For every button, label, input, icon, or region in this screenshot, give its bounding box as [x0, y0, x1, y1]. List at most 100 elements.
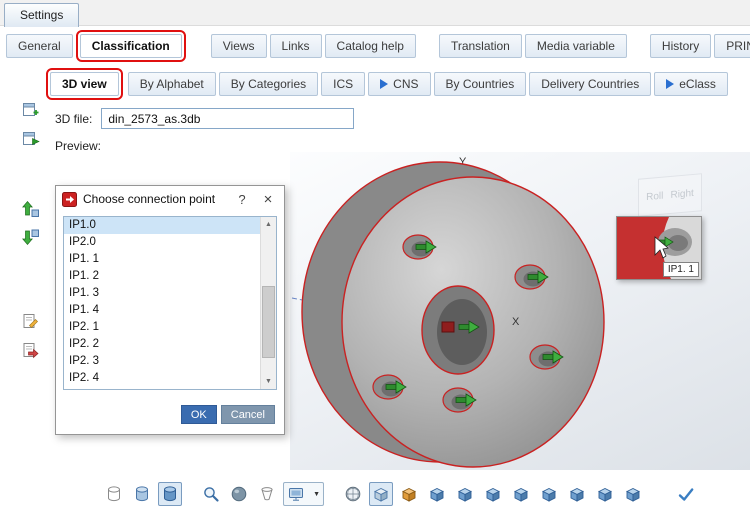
list-item[interactable]: IP1	[64, 387, 260, 389]
cylinder-outline-icon[interactable]	[102, 482, 126, 506]
tab-history[interactable]: History	[649, 34, 712, 58]
ok-button[interactable]: OK	[180, 405, 217, 424]
dialog-app-icon	[62, 191, 77, 207]
tab-classification[interactable]: Classification	[75, 30, 186, 62]
chevron-down-icon: ▼	[313, 490, 320, 498]
x-axis-label: X	[512, 316, 520, 328]
connection-point-name-badge: IP1. 1	[662, 262, 699, 277]
display-mode-dropdown[interactable]: ▼	[283, 482, 324, 506]
tab-label: Links	[281, 39, 310, 53]
apply-check-icon[interactable]	[674, 482, 698, 506]
tab-printcatalog[interactable]: PRINTcatalog	[714, 34, 750, 58]
tab-label: CNS	[393, 77, 419, 91]
tab-label: Translation	[450, 39, 510, 53]
tab-label: Media variable	[536, 39, 615, 53]
view-cube-face-label: Right	[670, 187, 694, 201]
view-cube[interactable]: Roll Right	[638, 173, 702, 217]
window-tab-bar: Settings	[0, 0, 750, 27]
help-button[interactable]: ?	[232, 189, 252, 209]
left-toolbar-group-2	[20, 198, 42, 247]
cancel-button[interactable]: Cancel	[220, 405, 275, 424]
tab-label: By Countries	[445, 77, 515, 91]
tab-3d-view[interactable]: 3D view	[46, 68, 123, 100]
list-item[interactable]: IP2. 2	[64, 336, 260, 353]
tab-label: History	[661, 39, 700, 53]
tab-eclass[interactable]: eClass	[654, 72, 728, 96]
add-card-icon[interactable]	[20, 99, 40, 119]
list-item[interactable]: IP1. 2	[64, 268, 260, 285]
tab-by-countries[interactable]: By Countries	[433, 72, 527, 96]
connection-point-preview-popup: IP1. 1	[616, 216, 702, 280]
cylinder-shaded-icon[interactable]	[130, 482, 154, 506]
list-item[interactable]: IP1. 1	[64, 251, 260, 268]
3d-preview-viewport[interactable]: Y X Roll Right IP1. 1	[290, 152, 750, 470]
tab-label: By Alphabet	[139, 77, 204, 91]
scroll-up-icon[interactable]: ▲	[261, 217, 276, 232]
left-toolbar-group-3	[20, 311, 42, 360]
dialog-title-bar[interactable]: Choose connection point ? ×	[56, 186, 284, 212]
tab-links[interactable]: Links	[269, 34, 322, 58]
dialog-title: Choose connection point	[83, 192, 216, 206]
edit-document-icon[interactable]	[20, 311, 40, 331]
tab-label: PRINTcatalog	[726, 39, 750, 53]
cube-icon[interactable]	[565, 482, 589, 506]
green-arrow-up-icon[interactable]	[20, 198, 40, 218]
cube-icon[interactable]	[425, 482, 449, 506]
tab-catalog-help[interactable]: Catalog help	[324, 34, 416, 58]
green-arrow-down-icon[interactable]	[20, 227, 40, 247]
tab-by-alphabet[interactable]: By Alphabet	[127, 72, 216, 96]
tab-by-categories[interactable]: By Categories	[218, 72, 319, 96]
tab-ics[interactable]: ICS	[321, 72, 366, 96]
tab-label: eClass	[679, 77, 716, 91]
tab-views[interactable]: Views	[210, 34, 267, 58]
connection-point-list[interactable]: IP1.0 IP2.0 IP1. 1 IP1. 2 IP1. 3 IP1. 4 …	[63, 216, 277, 390]
zoom-icon[interactable]	[199, 482, 223, 506]
cylinder-solid-icon[interactable]	[158, 482, 182, 506]
choose-connection-point-dialog: Choose connection point ? × IP1.0 IP2.0 …	[55, 185, 285, 435]
main-tab-bar: General Classification Views Links Catal…	[6, 30, 750, 62]
center-hole	[421, 285, 495, 375]
3d-file-row: 3D file:	[55, 108, 355, 129]
scrollbar[interactable]: ▲ ▼	[260, 217, 276, 389]
cube-icon[interactable]	[593, 482, 617, 506]
dialog-buttons: OK Cancel	[180, 405, 275, 424]
shaded-box-icon[interactable]	[369, 482, 393, 506]
wireframe-sphere-icon[interactable]	[341, 482, 365, 506]
list-item[interactable]: IP2. 3	[64, 353, 260, 370]
tab-general[interactable]: General	[6, 34, 73, 58]
tab-cns[interactable]: CNS	[368, 72, 431, 96]
3d-file-label: 3D file:	[55, 111, 93, 126]
3d-file-input[interactable]	[101, 108, 355, 129]
list-item[interactable]: IP1.0	[64, 217, 260, 234]
list-item[interactable]: IP1. 4	[64, 302, 260, 319]
list-item[interactable]: IP1. 3	[64, 285, 260, 302]
cube-icon[interactable]	[509, 482, 533, 506]
orange-box-icon[interactable]	[397, 482, 421, 506]
tab-label: Catalog help	[336, 39, 404, 53]
tab-label: General	[18, 39, 61, 53]
tab-label: 3D view	[62, 77, 107, 91]
tab-media-variable[interactable]: Media variable	[524, 34, 627, 58]
cube-icon[interactable]	[453, 482, 477, 506]
scroll-down-icon[interactable]: ▼	[261, 374, 276, 389]
export-document-icon[interactable]	[20, 340, 40, 360]
cube-icon[interactable]	[537, 482, 561, 506]
list-item[interactable]: IP2.0	[64, 234, 260, 251]
tab-translation[interactable]: Translation	[438, 34, 522, 58]
list-item[interactable]: IP2. 1	[64, 319, 260, 336]
tab-delivery-countries[interactable]: Delivery Countries	[529, 72, 652, 96]
sphere-icon[interactable]	[227, 482, 251, 506]
tab-label: ICS	[333, 77, 354, 91]
apply-card-icon[interactable]	[20, 128, 40, 148]
preview-label: Preview:	[55, 139, 102, 153]
cone-outline-icon[interactable]	[255, 482, 279, 506]
close-icon[interactable]: ×	[258, 189, 278, 209]
scrollbar-thumb[interactable]	[262, 285, 275, 359]
play-icon	[380, 79, 389, 89]
cube-icon[interactable]	[481, 482, 505, 506]
list-item[interactable]: IP2. 4	[64, 370, 260, 387]
tab-label: Views	[222, 39, 255, 53]
view-cube-face-label: Roll	[646, 190, 664, 203]
tab-settings[interactable]: Settings	[4, 3, 80, 27]
cube-icon[interactable]	[621, 482, 645, 506]
